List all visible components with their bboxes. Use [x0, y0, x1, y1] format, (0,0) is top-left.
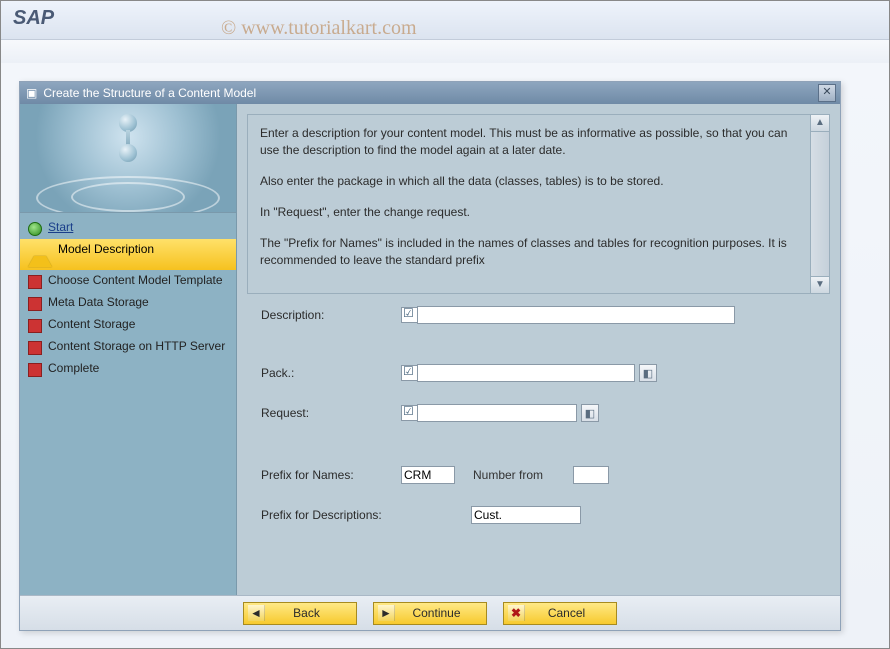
cancel-icon: ✖ [508, 605, 525, 621]
wizard-main: Enter a description for your content mod… [237, 104, 840, 595]
app-titlebar: SAP [1, 1, 889, 40]
step-pending-icon [28, 341, 42, 355]
wizard-dialog: ▣ Create the Structure of a Content Mode… [19, 81, 841, 631]
cancel-button-label: Cancel [533, 606, 600, 620]
app-title: SAP [13, 7, 54, 29]
description-input[interactable] [417, 306, 735, 324]
content-area: ▣ Create the Structure of a Content Mode… [1, 63, 889, 648]
wizard-step-label: Content Storage [48, 317, 135, 332]
back-button-label: Back [273, 606, 340, 620]
dialog-titlebar: ▣ Create the Structure of a Content Mode… [20, 82, 840, 104]
continue-button[interactable]: ► Continue [373, 602, 487, 625]
step-pending-icon [28, 363, 42, 377]
step-pending-icon [28, 275, 42, 289]
dialog-close-button[interactable]: ✕ [818, 84, 836, 102]
pack-search-help-button[interactable]: ◧ [639, 364, 657, 382]
description-label: Description: [261, 308, 401, 322]
prefix-desc-label: Prefix for Descriptions: [261, 508, 471, 522]
wizard-step-template[interactable]: Choose Content Model Template [20, 270, 236, 292]
dialog-body: Start Model Description Choose Content M… [20, 104, 840, 595]
wizard-step-start[interactable]: Start [20, 217, 236, 239]
scroll-down-icon[interactable]: ▼ [811, 276, 829, 293]
request-search-help-button[interactable]: ◧ [581, 404, 599, 422]
instructions-p2: Also enter the package in which all the … [260, 173, 798, 190]
dialog-title-icon: ▣ [26, 86, 37, 100]
request-input[interactable] [417, 404, 577, 422]
number-from-input[interactable] [573, 466, 609, 484]
scroll-up-icon[interactable]: ▲ [811, 115, 829, 132]
wizard-step-label[interactable]: Start [48, 220, 73, 234]
wizard-nav: Start Model Description Choose Content M… [20, 104, 237, 595]
instructions-p3: In "Request", enter the change request. [260, 204, 798, 221]
back-button[interactable]: ◄ Back [243, 602, 357, 625]
wizard-step-label: Content Storage on HTTP Server [48, 339, 225, 354]
request-label: Request: [261, 406, 401, 420]
wizard-step-complete[interactable]: Complete [20, 358, 236, 380]
pack-label: Pack.: [261, 366, 401, 380]
instructions-p4: The "Prefix for Names" is included in th… [260, 235, 798, 269]
step-pending-icon [28, 297, 42, 311]
pack-input[interactable] [417, 364, 635, 382]
wizard-step-label: Complete [48, 361, 99, 376]
wizard-step-label: Choose Content Model Template [48, 273, 223, 288]
prefix-names-label: Prefix for Names: [261, 468, 401, 482]
continue-icon: ► [378, 605, 395, 621]
button-bar: ◄ Back ► Continue ✖ Cancel [20, 595, 840, 630]
form-area: Description: Pack.: [237, 298, 840, 595]
wizard-step-label: Model Description [58, 242, 154, 257]
wizard-image [20, 104, 236, 213]
required-icon [401, 365, 417, 381]
instructions-panel: Enter a description for your content mod… [247, 114, 830, 294]
instructions-text: Enter a description for your content mod… [248, 115, 810, 293]
cancel-button[interactable]: ✖ Cancel [503, 602, 617, 625]
number-from-label: Number from [473, 468, 543, 482]
step-done-icon [28, 222, 42, 236]
dialog-title: Create the Structure of a Content Model [43, 86, 256, 100]
wizard-step-meta-storage[interactable]: Meta Data Storage [20, 292, 236, 314]
wizard-step-content-storage[interactable]: Content Storage [20, 314, 236, 336]
required-icon [401, 307, 417, 323]
required-icon [401, 405, 417, 421]
step-pending-icon [28, 319, 42, 333]
wizard-step-model-description[interactable]: Model Description [20, 239, 236, 270]
continue-button-label: Continue [403, 606, 470, 620]
prefix-names-input[interactable] [401, 466, 455, 484]
step-current-icon [28, 244, 52, 267]
wizard-step-http-storage[interactable]: Content Storage on HTTP Server [20, 336, 236, 358]
back-icon: ◄ [248, 605, 265, 621]
instructions-scrollbar[interactable]: ▲ ▼ [810, 115, 829, 293]
app-shell: SAP © www.tutorialkart.com ▣ Create the … [0, 0, 890, 649]
wizard-step-label: Meta Data Storage [48, 295, 149, 310]
prefix-desc-input[interactable] [471, 506, 581, 524]
instructions-p1: Enter a description for your content mod… [260, 125, 798, 159]
wizard-steps: Start Model Description Choose Content M… [20, 213, 236, 595]
